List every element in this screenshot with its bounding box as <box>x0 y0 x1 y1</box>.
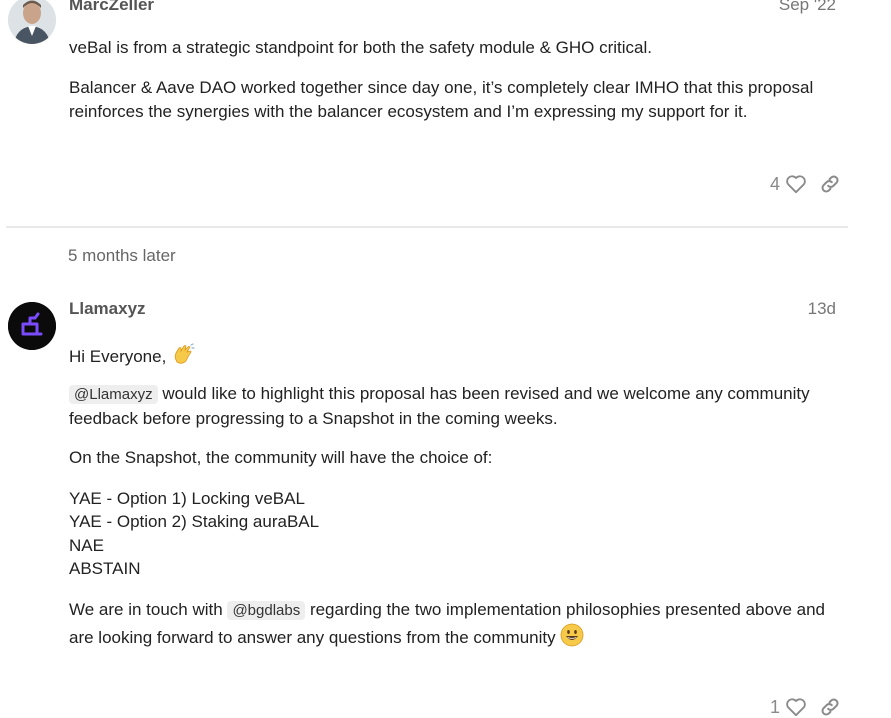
waving-hand-emoji <box>171 342 195 373</box>
post-actions: 4 <box>770 173 841 195</box>
post-paragraph: On the Snapshot, the community will have… <box>69 448 493 467</box>
post-paragraph: veBal is from a strategic standpoint for… <box>69 38 652 57</box>
mention-link[interactable]: @bgdlabs <box>227 601 306 620</box>
smiley-emoji <box>560 623 584 654</box>
user-photo-icon <box>8 0 56 44</box>
post-date[interactable]: 13d <box>808 299 836 319</box>
option-item: YAE - Option 2) Staking auraBAL <box>69 512 320 532</box>
greeting-text: Hi Everyone, <box>69 347 167 366</box>
username[interactable]: MarcZeller <box>69 0 154 15</box>
greeting-paragraph: Hi Everyone, <box>69 342 829 373</box>
post-paragraph: @Llamaxyz would like to highlight this p… <box>69 382 829 431</box>
post-paragraph: Balancer & Aave DAO worked together sinc… <box>69 78 814 121</box>
option-item: ABSTAIN <box>69 558 141 578</box>
paragraph-text: would like to highlight this proposal ha… <box>69 384 810 428</box>
options-list: YAE - Option 1) Locking veBAL YAE - Opti… <box>69 487 829 580</box>
post-divider <box>6 226 848 228</box>
heart-icon <box>786 698 806 717</box>
like-button[interactable]: 4 <box>770 174 807 195</box>
post-actions: 1 <box>770 696 841 718</box>
username[interactable]: Llamaxyz <box>69 299 146 319</box>
mention-link[interactable]: @Llamaxyz <box>69 385 158 404</box>
share-button[interactable] <box>819 696 841 718</box>
time-gap-label: 5 months later <box>68 246 176 265</box>
like-count: 4 <box>769 173 780 194</box>
link-icon <box>821 175 839 193</box>
llama-logo-icon <box>8 302 56 350</box>
post-paragraph: We are in touch with @bgdlabs regarding … <box>69 597 829 654</box>
share-button[interactable] <box>819 173 841 195</box>
avatar[interactable] <box>8 0 56 44</box>
option-item: YAE - Option 1) Locking veBAL <box>69 489 305 508</box>
link-icon <box>821 698 839 716</box>
like-button[interactable]: 1 <box>770 697 807 718</box>
heart-icon <box>786 175 806 194</box>
option-item: NAE <box>69 535 104 555</box>
post-date[interactable]: Sep '22 <box>779 0 836 15</box>
like-count: 1 <box>769 696 780 717</box>
avatar[interactable] <box>8 302 56 350</box>
paragraph-text: We are in touch with <box>69 600 228 619</box>
